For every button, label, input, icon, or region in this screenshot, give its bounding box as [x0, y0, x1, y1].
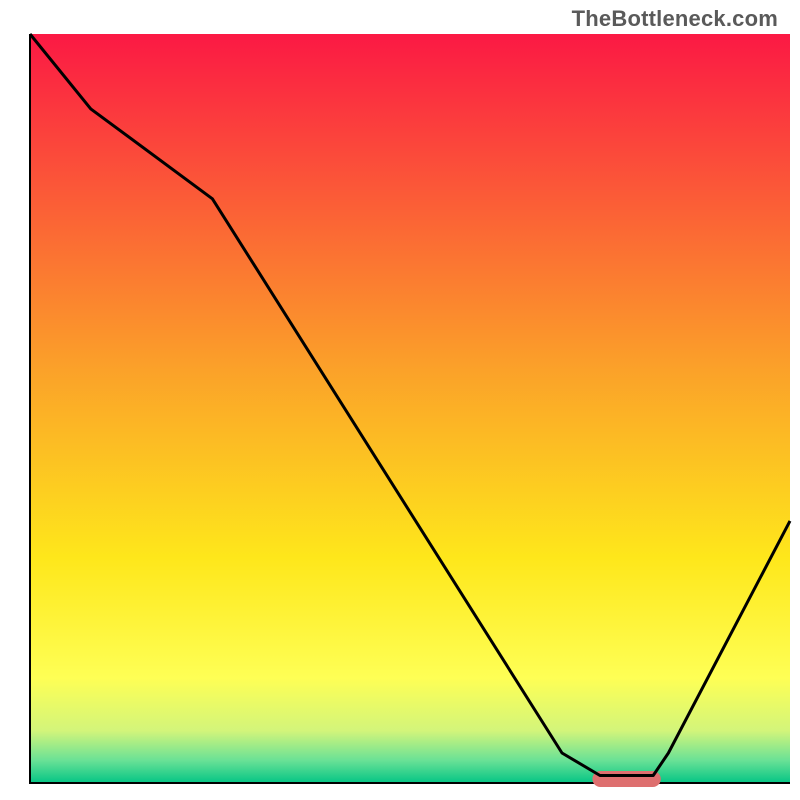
- chart-svg: [6, 30, 796, 795]
- plot-area: [30, 34, 790, 787]
- chart-background-gradient: [30, 34, 790, 783]
- optimal-range-marker: [592, 771, 660, 787]
- bottleneck-chart: [6, 30, 796, 795]
- site-watermark: TheBottleneck.com: [572, 6, 778, 32]
